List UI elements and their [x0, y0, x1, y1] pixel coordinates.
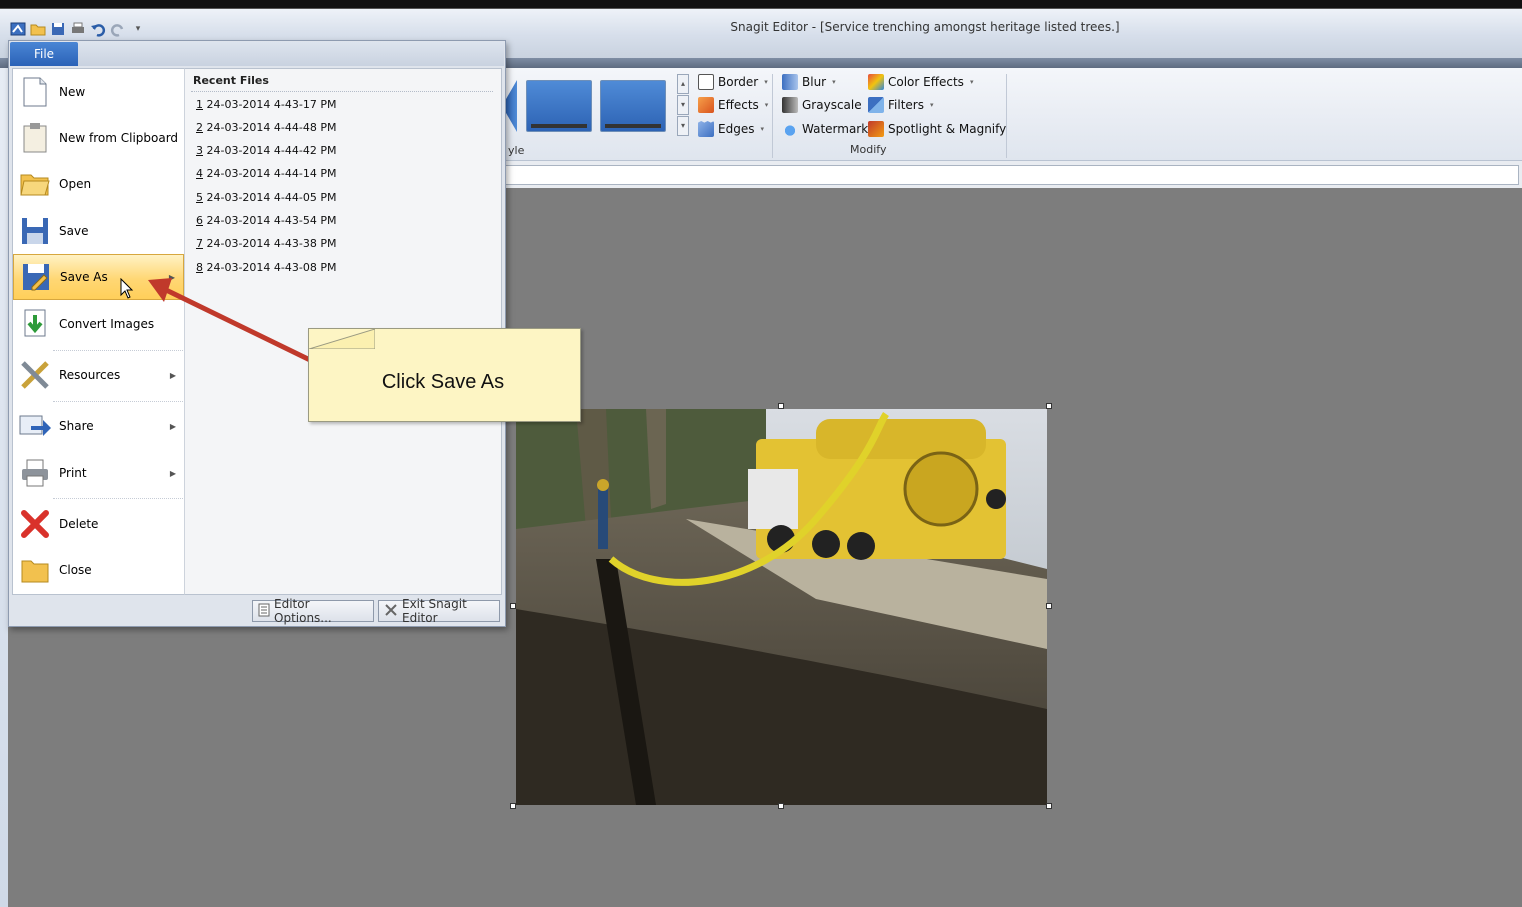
grayscale-button[interactable]: Grayscale [782, 95, 862, 115]
resize-handle-br[interactable] [1046, 803, 1052, 809]
callout-text: Click Save As [381, 371, 505, 393]
blur-icon [782, 74, 798, 90]
watermark-button[interactable]: Watermark [782, 119, 868, 139]
snagit-logo-icon[interactable] [10, 21, 26, 37]
clipboard-icon [19, 122, 51, 154]
recent-file-item[interactable]: 4 24-03-2014 4-44-14 PM [196, 167, 336, 180]
style-thumbnail-2[interactable] [600, 80, 666, 132]
resize-handle-bl[interactable] [510, 803, 516, 809]
menu-divider [53, 401, 183, 402]
edges-button[interactable]: Edges ▾ [698, 119, 764, 139]
file-tab[interactable]: File [10, 42, 78, 66]
resize-handle-r[interactable] [1046, 603, 1052, 609]
spotlight-magnify-icon [868, 121, 884, 137]
resize-handle-tr[interactable] [1046, 403, 1052, 409]
file-menu-footer: Editor Options... Exit Snagit Editor [12, 597, 502, 625]
watermark-icon [782, 121, 798, 137]
quick-access-toolbar: ▾ [10, 19, 146, 39]
save-as-icon [20, 261, 52, 293]
canvas-image[interactable] [516, 409, 1047, 805]
submenu-arrow-icon: ▶ [169, 421, 176, 431]
recent-file-item[interactable]: 1 24-03-2014 4-43-17 PM [196, 98, 336, 111]
callout-box: Click Save As [308, 328, 581, 422]
filters-icon [868, 97, 884, 113]
delete-command[interactable]: Delete [13, 501, 184, 547]
style-gallery-scroll[interactable]: ▴ ▾ ▾ [677, 74, 689, 136]
callout-fold-icon [309, 329, 375, 349]
new-command[interactable]: New [13, 69, 184, 115]
exit-snagit-editor-button[interactable]: Exit Snagit Editor [378, 597, 500, 625]
recent-files-title: Recent Files [193, 74, 269, 87]
editor-options-button[interactable]: Editor Options... [252, 597, 374, 625]
delete-icon [19, 508, 51, 540]
recent-file-item[interactable]: 5 24-03-2014 4-44-05 PM [196, 191, 336, 204]
color-effects-icon [868, 74, 884, 90]
editor-options-icon [258, 603, 270, 620]
recent-file-item[interactable]: 7 24-03-2014 4-43-38 PM [196, 237, 336, 250]
folder-open-icon [19, 168, 51, 200]
gallery-down-arrow[interactable]: ▾ [677, 95, 689, 115]
resize-handle-l[interactable] [510, 603, 516, 609]
filters-button[interactable]: Filters ▾ [868, 95, 934, 115]
submenu-arrow-icon: ▶ [169, 370, 176, 380]
recent-files-rule [191, 91, 493, 92]
resize-handle-b[interactable] [778, 803, 784, 809]
color-effects-button[interactable]: Color Effects ▾ [868, 72, 973, 92]
annotation-arrow [148, 278, 313, 363]
open-command[interactable]: Open [13, 161, 184, 207]
print-command[interactable]: Print ▶ [13, 450, 184, 496]
save-icon[interactable] [50, 21, 66, 37]
menu-divider [53, 498, 183, 499]
modify-group-label: Modify [850, 143, 887, 156]
border-icon [698, 74, 714, 90]
customize-toolbar-icon[interactable]: ▾ [130, 21, 146, 37]
submenu-arrow-icon: ▶ [169, 468, 176, 478]
recent-file-item[interactable]: 2 24-03-2014 4-44-48 PM [196, 121, 336, 134]
close-folder-icon [19, 554, 51, 586]
recent-file-item[interactable]: 6 24-03-2014 4-43-54 PM [196, 214, 336, 227]
resources-icon [19, 359, 51, 391]
print-icon [19, 457, 51, 489]
effects-icon [698, 97, 714, 113]
resize-handle-t[interactable] [778, 403, 784, 409]
ribbon-separator [1006, 74, 1007, 158]
edges-icon [698, 121, 714, 137]
new-from-clipboard-command[interactable]: New from Clipboard [13, 115, 184, 161]
ribbon-under-bar [505, 161, 1522, 188]
convert-images-icon [19, 308, 51, 340]
blur-button[interactable]: Blur ▾ [782, 72, 836, 92]
grayscale-icon [782, 97, 798, 113]
screen-top-edge [0, 0, 1522, 8]
gallery-more-arrow[interactable]: ▾ [677, 116, 689, 136]
save-command[interactable]: Save [13, 208, 184, 254]
file-tab-strip [78, 42, 504, 66]
window-title: Snagit Editor - [Service trenching among… [730, 20, 1120, 34]
redo-icon[interactable] [110, 21, 126, 37]
open-folder-icon[interactable] [30, 21, 46, 37]
close-command[interactable]: Close [13, 547, 184, 593]
recent-file-item[interactable]: 3 24-03-2014 4-44-42 PM [196, 144, 336, 157]
ribbon-separator [772, 74, 773, 158]
style-thumbnail-1[interactable] [526, 80, 592, 132]
style-group-label: yle [508, 144, 525, 157]
window-frame-left [0, 0, 8, 907]
border-button[interactable]: Border ▾ [698, 72, 768, 92]
mouse-cursor-icon [120, 278, 134, 299]
gallery-up-arrow[interactable]: ▴ [677, 74, 689, 94]
exit-icon [384, 603, 398, 620]
undo-icon[interactable] [90, 21, 106, 37]
effects-button[interactable]: Effects ▾ [698, 95, 768, 115]
share-icon [19, 410, 51, 442]
new-document-icon [19, 76, 51, 108]
share-command[interactable]: Share ▶ [13, 403, 184, 449]
print-icon[interactable] [70, 21, 86, 37]
save-icon [19, 215, 51, 247]
spotlight-magnify-button[interactable]: Spotlight & Magnify [868, 119, 1006, 139]
